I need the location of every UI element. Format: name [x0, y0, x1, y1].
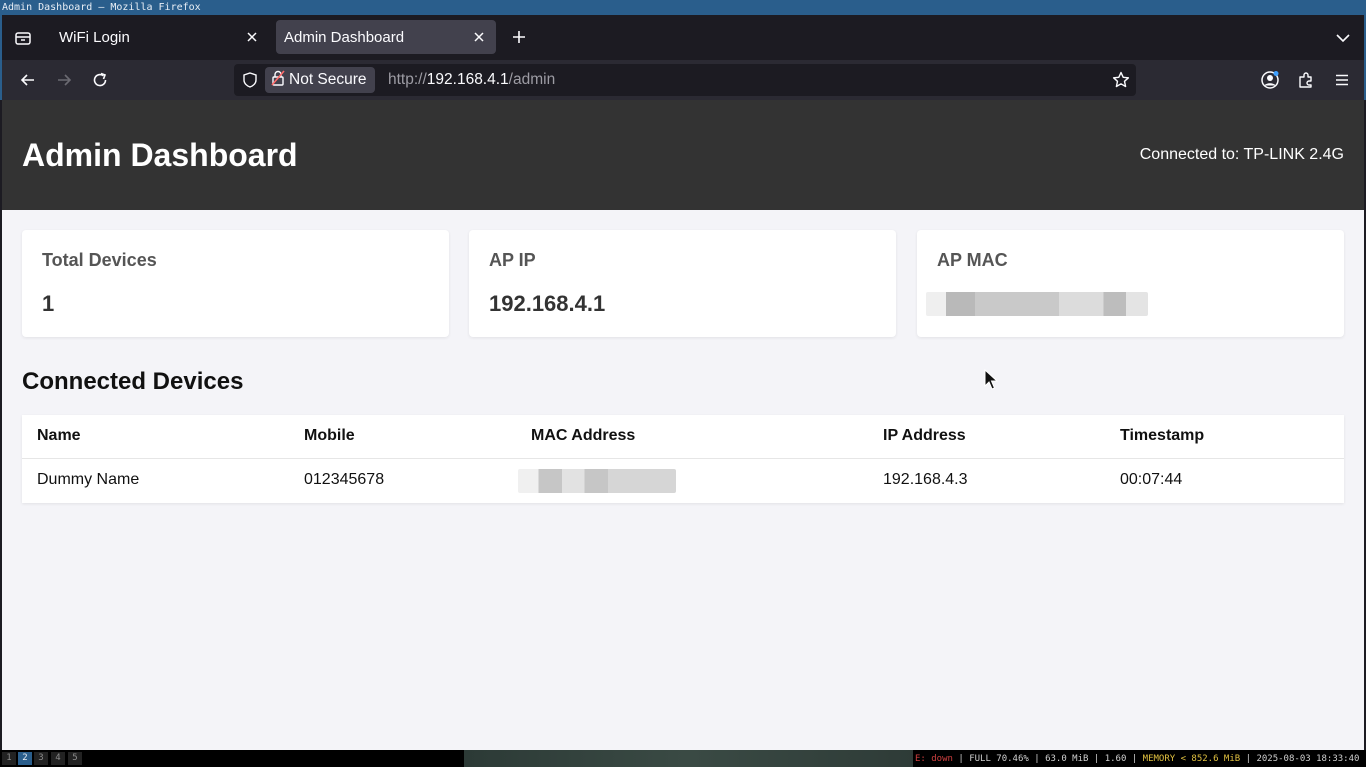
star-icon[interactable]: [1112, 71, 1130, 89]
stat-label: Total Devices: [42, 250, 157, 270]
system-info: E: down | FULL 70.46% | 63.0 MiB | 1.60 …: [915, 754, 1360, 764]
close-icon[interactable]: [470, 28, 488, 46]
network-status: E: down: [915, 754, 953, 764]
window-titlebar: Admin Dashboard — Mozilla Firefox: [0, 0, 1366, 15]
redacted-mac-value: [518, 469, 676, 493]
tab-label: Admin Dashboard: [284, 28, 405, 46]
tab-list-icon[interactable]: [12, 27, 34, 49]
close-icon[interactable]: [243, 28, 261, 46]
tab-label: WiFi Login: [59, 28, 130, 46]
system-statusbar: 1 2 3 4 5 E: down | FULL 70.46% | 63.0 M…: [0, 750, 1366, 767]
cell-mobile: 012345678: [304, 471, 385, 488]
load-average: 1.60: [1104, 754, 1127, 764]
page-title: Admin Dashboard: [22, 137, 298, 173]
shield-icon[interactable]: [242, 72, 258, 88]
column-header-mobile: Mobile: [304, 427, 355, 444]
disk-usage: FULL 70.46%: [969, 754, 1029, 764]
forward-arrow-icon[interactable]: [53, 69, 75, 91]
url-text[interactable]: http://192.168.4.1/admin: [388, 64, 555, 96]
datetime: 2025-08-03 18:33:40: [1256, 754, 1360, 764]
window-title: Admin Dashboard — Mozilla Firefox: [2, 2, 201, 13]
tab-admin-dashboard[interactable]: Admin Dashboard: [276, 20, 496, 54]
url-prefix: http://: [388, 71, 427, 88]
navigation-toolbar: Not Secure http://192.168.4.1/admin: [0, 60, 1366, 100]
tab-wifi-login[interactable]: WiFi Login: [47, 20, 269, 54]
back-arrow-icon[interactable]: [17, 69, 39, 91]
not-secure-label: Not Secure: [289, 71, 367, 88]
extensions-icon[interactable]: [1295, 69, 1317, 91]
connection-status: Connected to: TP-LINK 2.4G: [1139, 146, 1344, 163]
stat-card-ap-mac: AP MAC: [917, 230, 1344, 337]
workspace-2[interactable]: 2: [18, 752, 32, 765]
lock-warning-icon: [271, 69, 285, 91]
stat-value: 1: [42, 291, 55, 316]
menu-icon[interactable]: [1331, 69, 1353, 91]
stat-card-total-devices: Total Devices 1: [22, 230, 449, 337]
url-host: 192.168.4.1: [426, 71, 509, 88]
column-header-mac: MAC Address: [531, 427, 636, 444]
reload-icon[interactable]: [89, 69, 111, 91]
tab-bar: WiFi Login Admin Dashboard: [0, 15, 1366, 60]
workspace-1[interactable]: 1: [2, 752, 16, 765]
memory-usage: MEMORY < 852.6 MiB: [1142, 754, 1241, 764]
taskbar-window-thumbnail[interactable]: [464, 750, 913, 767]
devices-table: Name Mobile MAC Address IP Address Times…: [22, 415, 1344, 503]
account-icon[interactable]: [1259, 69, 1281, 91]
workspace-3[interactable]: 3: [34, 752, 48, 765]
not-secure-badge[interactable]: Not Secure: [265, 67, 375, 93]
url-bar[interactable]: Not Secure http://192.168.4.1/admin: [234, 64, 1136, 96]
column-header-timestamp: Timestamp: [1120, 427, 1205, 444]
workspace-4[interactable]: 4: [51, 752, 65, 765]
cell-name: Dummy Name: [37, 471, 140, 488]
page-content: Admin Dashboard Connected to: TP-LINK 2.…: [2, 100, 1364, 750]
stat-card-ap-ip: AP IP 192.168.4.1: [469, 230, 896, 337]
mouse-cursor-icon: [984, 368, 999, 391]
cell-ip: 192.168.4.3: [883, 471, 968, 488]
section-title: Connected Devices: [22, 368, 244, 395]
cell-timestamp: 00:07:44: [1120, 471, 1183, 488]
chevron-down-icon[interactable]: [1332, 27, 1354, 49]
swap-usage: 63.0 MiB: [1045, 754, 1089, 764]
stat-value: 192.168.4.1: [489, 291, 606, 316]
stat-label: AP MAC: [937, 250, 1008, 270]
dashboard-header: Admin Dashboard Connected to: TP-LINK 2.…: [2, 100, 1364, 210]
table-header-row: Name Mobile MAC Address IP Address Times…: [22, 415, 1344, 459]
plus-icon[interactable]: [507, 25, 531, 49]
workspace-5[interactable]: 5: [68, 752, 82, 765]
table-row: Dummy Name 012345678 192.168.4.3 00:07:4…: [22, 459, 1344, 503]
stat-label: AP IP: [489, 250, 536, 270]
column-header-ip: IP Address: [883, 427, 966, 444]
redacted-mac-value: [926, 292, 1148, 316]
url-path: /admin: [508, 71, 556, 88]
column-header-name: Name: [37, 427, 81, 444]
